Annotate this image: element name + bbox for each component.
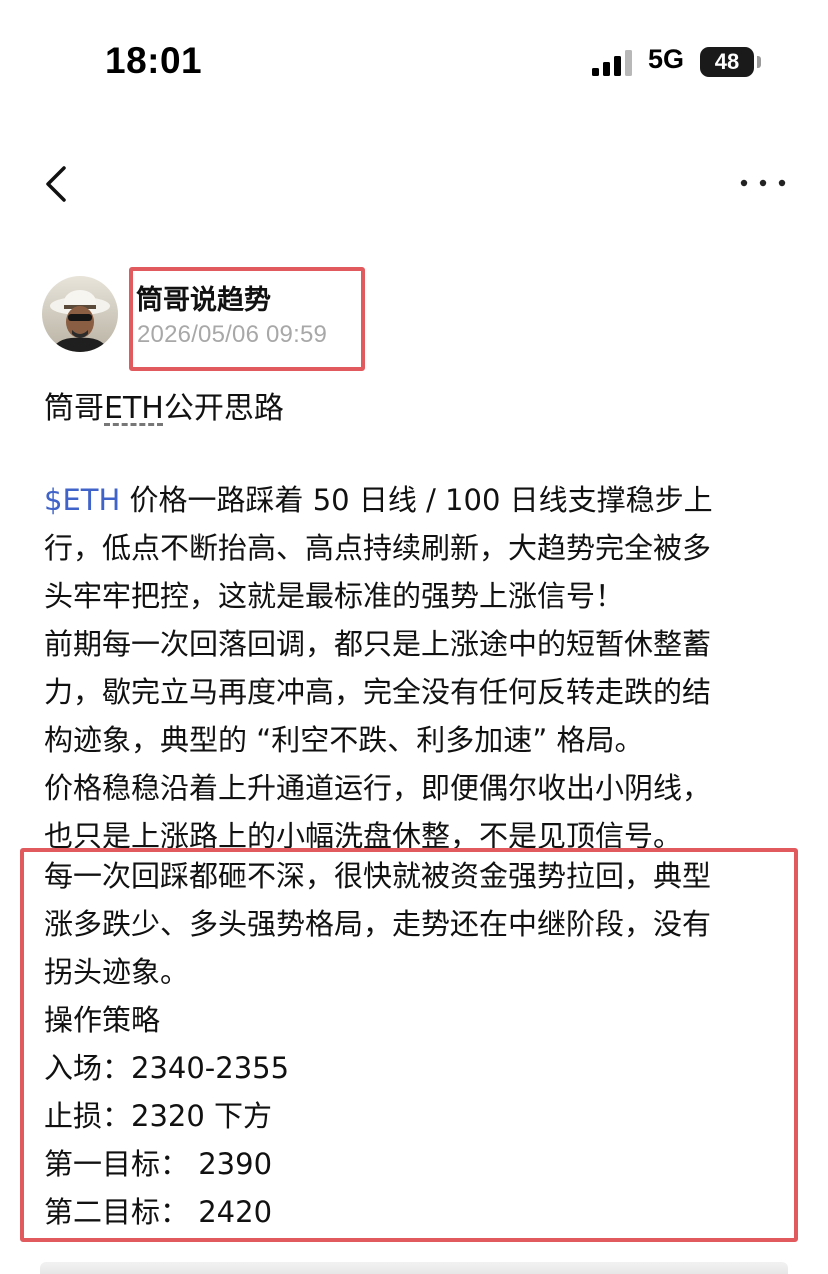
- body-line-text: 价格一路踩着 50 日线 / 100 日线支撑稳步上: [120, 483, 713, 517]
- body-line: 构迹象，典型的 “利空不跌、利多加速” 格局。: [44, 723, 644, 757]
- back-button[interactable]: [38, 160, 78, 208]
- strategy-heading: 操作策略: [44, 1003, 161, 1037]
- strategy-line: 涨多跌少、多头强势格局，走势还在中继阶段，没有: [44, 907, 712, 941]
- post-timestamp: 2026/05/06 09:59: [137, 321, 328, 348]
- post-title-eth[interactable]: ETH: [104, 391, 164, 426]
- battery-cap: [757, 56, 761, 68]
- entry-price: 入场：2340-2355: [44, 1051, 290, 1085]
- author-name[interactable]: 筒哥说趋势: [136, 278, 271, 317]
- post-detail-screen: 18:01 5G 48 筒哥说趋势 2026/05/06 09:59 筒哥ETH…: [0, 0, 828, 1274]
- target-one: 第一目标： 2390: [44, 1147, 273, 1181]
- body-line: 行，低点不断抬高、高点持续刷新，大趋势完全被多: [44, 531, 712, 565]
- status-time: 18:01: [105, 40, 203, 81]
- strategy-line: 每一次回踩都砸不深，很快就被资金强势拉回，典型: [44, 859, 712, 893]
- post-title: 筒哥ETH公开思路: [44, 383, 284, 427]
- body-line: 力，歇完立马再度冲高，完全没有任何反转走跌的结: [44, 675, 712, 709]
- more-dots-icon: [740, 179, 786, 187]
- body-line: 头牢牢把控，这就是最标准的强势上涨信号！: [44, 579, 625, 613]
- post-title-prefix: 筒哥: [44, 391, 104, 426]
- signal-bars-icon: [592, 50, 632, 76]
- status-bar: 18:01 5G 48: [0, 0, 828, 120]
- stop-loss: 止损：2320 下方: [44, 1099, 273, 1133]
- bottom-edge: [40, 1262, 788, 1274]
- strategy-block: 每一次回踩都砸不深，很快就被资金强势拉回，典型 涨多跌少、多头强势格局，走势还在…: [44, 852, 784, 1236]
- body-line: $ETH 价格一路踩着 50 日线 / 100 日线支撑稳步上: [44, 476, 784, 524]
- strategy-line: 拐头迹象。: [44, 955, 190, 989]
- more-button[interactable]: [738, 166, 788, 196]
- body-line: 前期每一次回落回调，都只是上涨途中的短暂休整蓄: [44, 627, 712, 661]
- chevron-left-icon: [46, 166, 66, 202]
- target-two: 第二目标： 2420: [44, 1195, 273, 1229]
- ticker-link[interactable]: $ETH: [44, 483, 120, 517]
- author-avatar[interactable]: [42, 276, 118, 352]
- battery-icon: 48: [700, 47, 754, 77]
- body-line: 价格稳稳沿着上升通道运行，即便偶尔收出小阴线，: [44, 771, 712, 805]
- post-body: $ETH 价格一路踩着 50 日线 / 100 日线支撑稳步上 行，低点不断抬高…: [44, 476, 784, 860]
- network-type: 5G: [648, 44, 685, 74]
- post-title-suffix: 公开思路: [163, 391, 284, 426]
